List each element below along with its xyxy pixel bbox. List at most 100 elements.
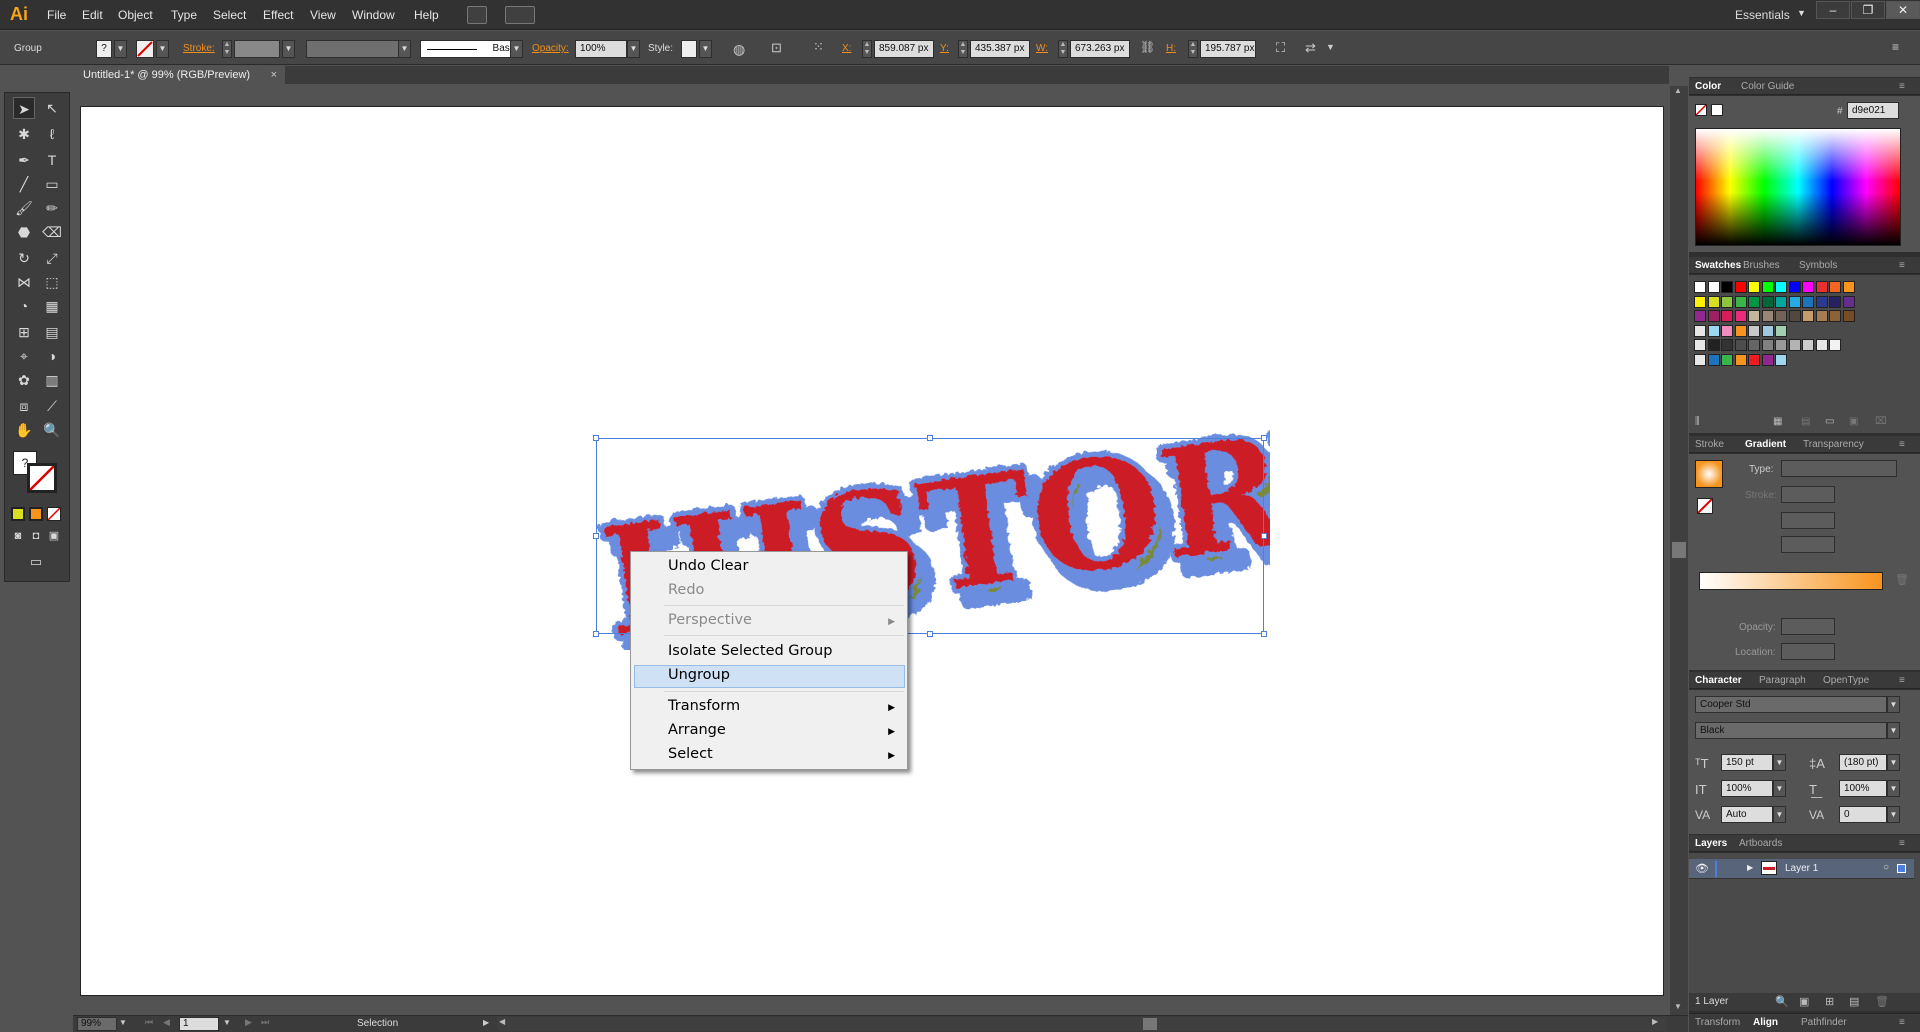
swatch[interactable] (1761, 281, 1774, 293)
tab-symbols[interactable]: Symbols (1799, 260, 1837, 271)
type-tool-icon[interactable]: T (41, 149, 63, 171)
h-field[interactable]: 195.787 px (1200, 40, 1256, 58)
h-label[interactable]: H: (1166, 43, 1176, 54)
opacity-label[interactable]: Opacity: (532, 43, 569, 54)
swatch[interactable] (1802, 310, 1814, 322)
swatch[interactable] (1761, 339, 1774, 351)
w-field[interactable]: 673.263 px (1070, 40, 1130, 58)
vertical-scroll-thumb[interactable] (1672, 542, 1686, 558)
w-label[interactable]: W: (1036, 43, 1048, 54)
swatch[interactable] (1694, 339, 1706, 351)
menu-type[interactable]: Type (171, 8, 197, 22)
swatch[interactable] (1734, 324, 1747, 337)
pen-tool-icon[interactable]: ✒ (13, 149, 35, 171)
tab-character[interactable]: Character (1695, 675, 1742, 686)
panel-menu-icon[interactable]: ≡ (1899, 81, 1905, 92)
swatch[interactable] (1707, 281, 1720, 293)
gradient-type-select[interactable] (1781, 460, 1897, 477)
swatch[interactable] (1775, 353, 1787, 366)
gradient-stroke-options[interactable] (1781, 486, 1835, 503)
new-sublayer-icon[interactable]: ⊞ (1825, 995, 1834, 1008)
delete-swatch-icon[interactable]: ⌧ (1875, 416, 1887, 427)
horizontal-scrollbar[interactable]: ◀ ▶ (497, 1017, 1667, 1031)
swatch[interactable] (1748, 324, 1760, 337)
swatch[interactable] (1761, 324, 1774, 337)
horizontal-scroll-thumb[interactable] (1143, 1018, 1157, 1030)
artboard-dropdown-icon[interactable]: ▼ (223, 1018, 231, 1027)
rotate-tool-icon[interactable]: ↻ (13, 247, 35, 269)
gradient-preview-swatch[interactable] (1695, 460, 1723, 488)
swatch[interactable] (1694, 310, 1706, 322)
eraser-tool-icon[interactable]: ⌫ (41, 221, 63, 243)
bbox-handle-bm[interactable] (927, 631, 933, 637)
font-family-dropdown-icon[interactable]: ▼ (1887, 696, 1900, 713)
tab-align[interactable]: Align (1753, 1017, 1778, 1028)
locate-object-icon[interactable]: 🔍 (1775, 995, 1789, 1008)
swatch[interactable] (1721, 281, 1733, 293)
show-swatch-kinds-icon[interactable]: ▦ (1773, 416, 1782, 427)
tab-artboards[interactable]: Artboards (1739, 838, 1782, 849)
direct-selection-tool-icon[interactable]: ↖ (41, 97, 63, 119)
new-layer-icon[interactable]: ▤ (1849, 995, 1859, 1008)
swatch[interactable] (1707, 324, 1720, 337)
swatch[interactable] (1829, 339, 1841, 351)
bbox-handle-tr[interactable] (1261, 435, 1267, 441)
gradient-angle-field[interactable] (1781, 512, 1835, 529)
x-stepper[interactable]: ▲ ▼ (862, 40, 872, 58)
constrain-proportions-icon[interactable]: ⛓ (1140, 40, 1155, 54)
bbox-handle-bl[interactable] (593, 631, 599, 637)
scroll-down-icon[interactable]: ▼ (1674, 1002, 1682, 1011)
swatch[interactable] (1707, 353, 1720, 366)
bbox-handle-tl[interactable] (593, 435, 599, 441)
hand-tool-icon[interactable]: ✋ (13, 419, 35, 441)
menu-help[interactable]: Help (414, 8, 439, 22)
stroke-weight-dropdown-icon[interactable]: ▼ (282, 40, 295, 58)
menu-item-redo[interactable]: Redo (668, 582, 704, 598)
delete-stop-icon[interactable]: 🗑 (1895, 573, 1909, 586)
width-tool-icon[interactable]: ⋈ (13, 271, 35, 293)
stroke-swatch[interactable] (136, 40, 154, 58)
tab-transparency[interactable]: Transparency (1803, 439, 1864, 450)
tab-paragraph[interactable]: Paragraph (1759, 675, 1806, 686)
menu-view[interactable]: View (310, 8, 336, 22)
swatch[interactable] (1721, 324, 1733, 337)
color-white-icon[interactable] (1711, 104, 1723, 116)
shape-builder-tool-icon[interactable]: ◔ (13, 295, 35, 317)
gradient-slider-bar[interactable] (1699, 572, 1883, 590)
swatch[interactable] (1694, 324, 1706, 337)
menu-select[interactable]: Select (213, 8, 246, 22)
swatch[interactable] (1842, 281, 1855, 293)
gradient-location-field[interactable] (1781, 643, 1835, 660)
swatch[interactable] (1788, 310, 1801, 322)
free-transform-tool-icon[interactable]: ⬚ (41, 271, 63, 293)
align-to-selection-icon[interactable]: ⊡ (771, 40, 782, 56)
gradient-stroke-swatch[interactable] (1697, 498, 1713, 514)
vertical-scale-dropdown-icon[interactable]: ▼ (1773, 780, 1786, 797)
h-stepper[interactable]: ▲ ▼ (1188, 40, 1198, 58)
visibility-eye-icon[interactable]: 👁 (1695, 862, 1709, 875)
swatch[interactable] (1815, 339, 1828, 351)
fill-dropdown-icon[interactable]: ▼ (114, 40, 127, 58)
panel-menu-icon[interactable]: ≡ (1899, 439, 1905, 450)
swatch[interactable] (1775, 310, 1787, 322)
control-panel-menu-icon[interactable]: ≡ (1892, 40, 1899, 54)
maximize-button[interactable]: ❐ (1851, 1, 1885, 19)
swatch[interactable] (1815, 295, 1828, 308)
swatch[interactable] (1802, 281, 1814, 293)
fill-swatch[interactable]: ? (96, 40, 112, 58)
tab-color-guide[interactable]: Color Guide (1741, 81, 1794, 92)
artboard-number-field[interactable]: 1 (179, 1017, 219, 1031)
stroke-color-dropdown-icon[interactable]: ▼ (156, 40, 169, 58)
new-color-group-icon[interactable]: ▭ (1825, 416, 1834, 427)
swatch[interactable] (1707, 295, 1720, 308)
opacity-dropdown-icon[interactable]: ▼ (627, 40, 640, 58)
layer-selection-indicator[interactable] (1897, 864, 1906, 873)
swatch[interactable] (1721, 295, 1733, 308)
bbox-handle-mr[interactable] (1261, 533, 1267, 539)
scale-tool-icon[interactable]: ⤢ (41, 247, 63, 269)
tab-layers[interactable]: Layers (1695, 838, 1727, 849)
column-graph-tool-icon[interactable]: ▥ (41, 369, 63, 391)
color-none-icon[interactable] (1695, 104, 1707, 116)
document-tab[interactable]: Untitled-1* @ 99% (RGB/Preview) × (73, 66, 285, 84)
menu-file[interactable]: File (47, 8, 66, 22)
